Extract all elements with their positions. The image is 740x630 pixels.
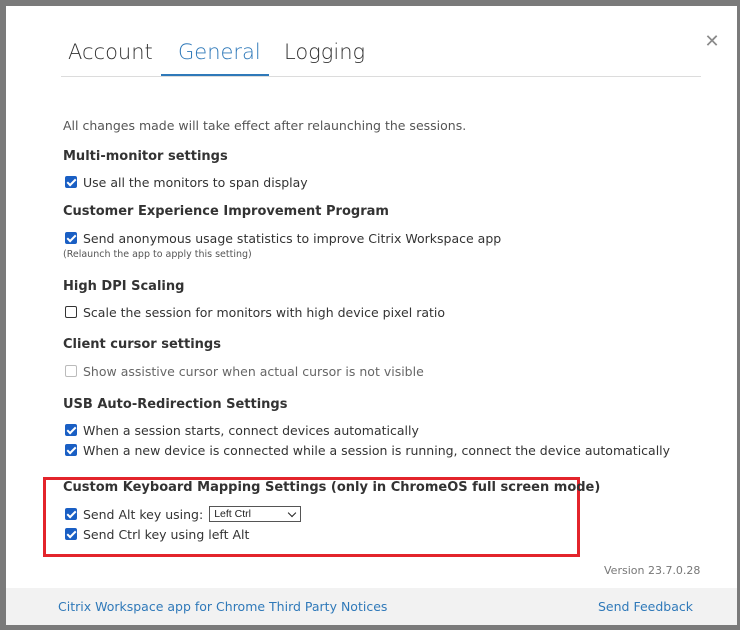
keyboard-mapping-heading: Custom Keyboard Mapping Settings (only i… <box>63 480 601 495</box>
tab-divider <box>61 76 701 77</box>
usb-option-new-device[interactable]: When a new device is connected while a s… <box>65 442 670 458</box>
version-label: Version 23.7.0.28 <box>604 564 701 577</box>
ceip-relaunch-note: (Relaunch the app to apply this setting) <box>63 249 252 260</box>
usb-new-device-checkbox[interactable] <box>65 444 77 456</box>
tab-account[interactable]: Account <box>68 40 153 64</box>
usb-session-start-checkbox[interactable] <box>65 424 77 436</box>
relaunch-notice: All changes made will take effect after … <box>63 118 467 133</box>
ceip-checkbox[interactable] <box>65 232 77 244</box>
client-cursor-option: Show assistive cursor when actual cursor… <box>65 363 424 379</box>
tab-logging[interactable]: Logging <box>284 40 365 64</box>
third-party-notices-link[interactable]: Citrix Workspace app for Chrome Third Pa… <box>58 599 387 614</box>
usb-option-session-start[interactable]: When a session starts, connect devices a… <box>65 422 419 438</box>
client-cursor-checkbox <box>65 365 77 377</box>
ctrl-key-checkbox[interactable] <box>65 528 77 540</box>
ctrl-key-label: Send Ctrl key using left Alt <box>83 526 250 542</box>
chevron-down-icon <box>287 508 297 517</box>
high-dpi-option[interactable]: Scale the session for monitors with high… <box>65 304 445 320</box>
ctrl-key-option[interactable]: Send Ctrl key using left Alt <box>65 526 249 542</box>
ceip-option[interactable]: Send anonymous usage statistics to impro… <box>65 230 501 246</box>
high-dpi-label: Scale the session for monitors with high… <box>83 304 446 320</box>
alt-key-label: Send Alt key using: <box>83 506 204 522</box>
alt-key-select[interactable]: Left Ctrl <box>209 506 302 522</box>
ceip-label: Send anonymous usage statistics to impro… <box>83 230 502 246</box>
footer-bar: Citrix Workspace app for Chrome Third Pa… <box>6 588 737 625</box>
settings-dialog: ✕ Account General Logging All changes ma… <box>6 6 737 625</box>
alt-key-option[interactable]: Send Alt key using: Left Ctrl <box>65 506 302 522</box>
high-dpi-heading: High DPI Scaling <box>63 279 185 294</box>
multi-monitor-option[interactable]: Use all the monitors to span display <box>65 174 308 190</box>
multi-monitor-heading: Multi-monitor settings <box>63 149 228 164</box>
ceip-heading: Customer Experience Improvement Program <box>63 204 389 219</box>
client-cursor-heading: Client cursor settings <box>63 337 221 352</box>
multi-monitor-label: Use all the monitors to span display <box>83 174 308 190</box>
usb-heading: USB Auto-Redirection Settings <box>63 397 288 412</box>
close-icon[interactable]: ✕ <box>704 33 720 51</box>
tab-general[interactable]: General <box>178 40 261 64</box>
usb-session-start-label: When a session starts, connect devices a… <box>83 422 419 438</box>
multi-monitor-checkbox[interactable] <box>65 176 77 188</box>
send-feedback-link[interactable]: Send Feedback <box>598 599 693 614</box>
client-cursor-label: Show assistive cursor when actual cursor… <box>83 363 424 379</box>
alt-key-checkbox[interactable] <box>65 508 77 520</box>
high-dpi-checkbox[interactable] <box>65 306 77 318</box>
usb-new-device-label: When a new device is connected while a s… <box>83 442 671 458</box>
alt-key-select-value: Left Ctrl <box>214 508 251 520</box>
